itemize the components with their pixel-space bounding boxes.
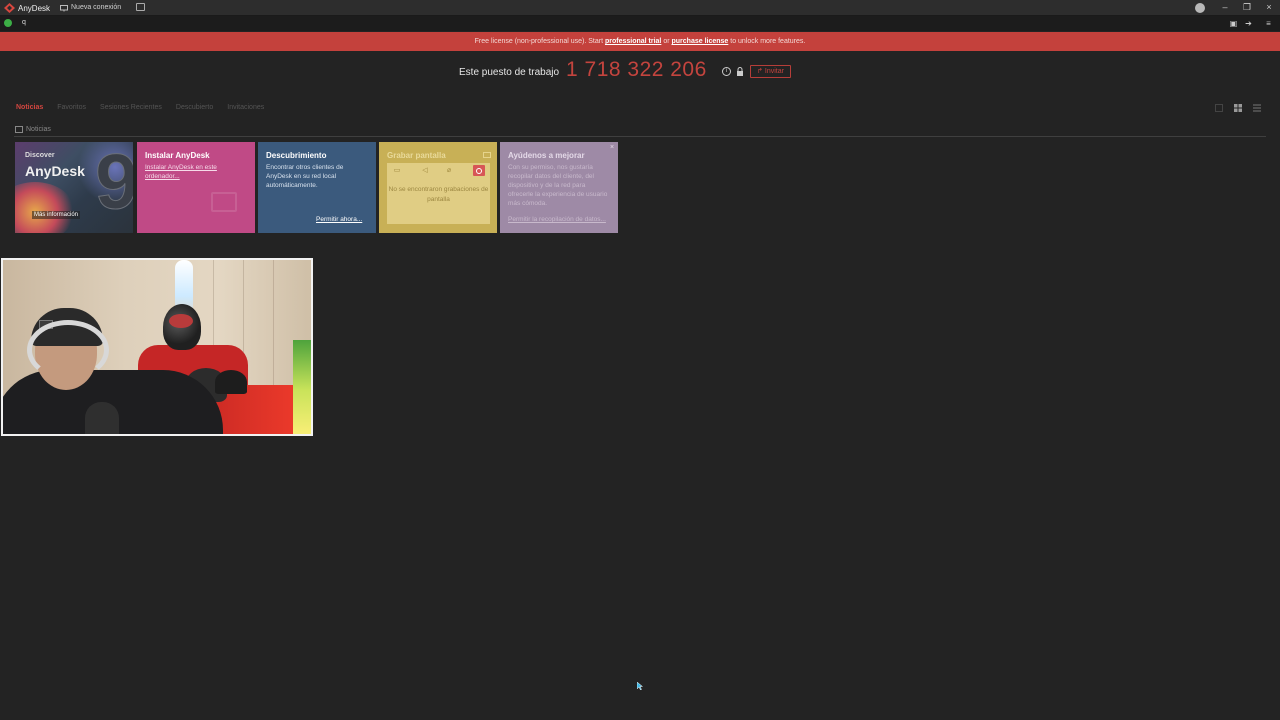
discover-small-label: Discover: [25, 152, 55, 159]
card-discover-anydesk[interactable]: 9 Discover AnyDesk Más información: [15, 142, 133, 233]
section-divider: [14, 136, 1266, 137]
address-bar: q ▣ ➔ ≡: [0, 16, 1280, 31]
section-label-text: Noticias: [26, 126, 51, 133]
tab-new-connection-label: Nueva conexión: [71, 4, 122, 11]
title-bar: AnyDesk Nueva conexión – ❐ ×: [0, 0, 1280, 16]
install-icon: [211, 192, 237, 212]
workplace-id[interactable]: 1 718 322 206: [566, 58, 707, 82]
grid-view-icon[interactable]: [1234, 104, 1242, 112]
hamburger-menu-icon[interactable]: ≡: [1264, 19, 1273, 28]
share-icon: ↱: [757, 68, 763, 75]
webcam-headset: [27, 320, 109, 380]
lock-icon[interactable]: [736, 67, 744, 76]
card-help-improve[interactable]: × Ayúdenos a mejorar Con su permiso, nos…: [500, 142, 618, 233]
more-info-button[interactable]: Más información: [32, 211, 81, 219]
speaker-icon[interactable]: ◁: [421, 167, 429, 174]
mouse-cursor-icon: [637, 682, 643, 690]
invite-button-label: Invitar: [764, 68, 784, 75]
tab-invitations[interactable]: Invitaciones: [227, 104, 264, 114]
banner-prefix: Free license (non-professional use). Sta…: [474, 38, 605, 45]
card-title: Descubrimiento: [266, 151, 327, 160]
card-title: Instalar AnyDesk: [145, 151, 210, 160]
allow-discovery-link[interactable]: Permitir ahora...: [316, 216, 362, 223]
new-tab-monitor-icon[interactable]: [136, 3, 145, 11]
workplace-label: Este puesto de trabajo: [459, 67, 560, 78]
tab-discovery[interactable]: Descubierto: [176, 104, 213, 114]
professional-trial-link[interactable]: professional trial: [605, 38, 661, 45]
card-title: Ayúdenos a mejorar: [508, 151, 585, 160]
minimize-button[interactable]: –: [1214, 0, 1236, 16]
address-input[interactable]: q: [22, 19, 26, 26]
workplace-section: Este puesto de trabajo 1 718 322 206 i ↱…: [0, 56, 1280, 88]
webcam-microphone: [85, 402, 119, 434]
connect-arrow-icon[interactable]: ➔: [1244, 19, 1253, 28]
monitor-icon: [60, 5, 68, 12]
connected-status-icon: [4, 19, 12, 27]
banner-suffix: to unlock more features.: [728, 38, 806, 45]
license-banner: Free license (non-professional use). Sta…: [0, 32, 1280, 51]
tab-favorites[interactable]: Favoritos: [57, 104, 86, 114]
allow-data-collection-link[interactable]: Permitir la recopilación de datos...: [508, 216, 606, 223]
tab-anydesk[interactable]: AnyDesk: [16, 0, 52, 16]
microphone-icon[interactable]: ⌀: [445, 167, 453, 174]
section-header: Noticias: [15, 126, 51, 133]
webcam-helmet: [163, 304, 201, 350]
card-decoration: [15, 182, 75, 233]
file-transfer-icon[interactable]: ▣: [1229, 19, 1238, 28]
card-screen-recording[interactable]: Grabar pantalla ▭ ◁ ⌀ No se encontraron …: [379, 142, 497, 233]
monitor-icon[interactable]: ▭: [393, 167, 401, 174]
tab-news[interactable]: Noticias: [16, 104, 43, 114]
webcam-overlay: [1, 258, 313, 436]
card-title: Grabar pantalla: [387, 151, 446, 160]
record-button[interactable]: [473, 165, 485, 176]
purchase-license-link[interactable]: purchase license: [672, 38, 729, 45]
anydesk-logo-icon: [4, 3, 15, 13]
restore-button[interactable]: ❐: [1236, 0, 1258, 16]
tile-view-icon[interactable]: [1215, 104, 1223, 112]
list-view-icon[interactable]: [1253, 104, 1261, 112]
card-discovery[interactable]: Descubrimiento Encontrar otros clientes …: [258, 142, 376, 233]
folder-icon[interactable]: [483, 152, 491, 158]
card-text: Con su permiso, nos gustaría recopilar d…: [508, 164, 608, 207]
webcam-cap: [215, 370, 247, 394]
banner-middle: or: [661, 38, 672, 45]
version-number: 9: [94, 142, 133, 226]
card-text: Encontrar otros clientes de AnyDesk en s…: [266, 164, 344, 189]
close-window-button[interactable]: ×: [1258, 0, 1280, 16]
info-icon[interactable]: i: [722, 67, 731, 76]
no-recordings-text: No se encontraron grabaciones de pantall…: [388, 186, 489, 203]
tab-recent-sessions[interactable]: Sesiones Recientes: [100, 104, 162, 114]
download-icon[interactable]: [1195, 3, 1205, 13]
install-link[interactable]: Instalar AnyDesk en este ordenador...: [145, 163, 235, 181]
tab-new-connection[interactable]: Nueva conexión: [58, 0, 123, 16]
nav-tabs: Noticias Favoritos Sesiones Recientes De…: [16, 104, 278, 114]
webcam-light-strip: [293, 340, 311, 434]
news-icon: [15, 126, 23, 133]
card-install-anydesk[interactable]: Instalar AnyDesk Instalar AnyDesk en est…: [137, 142, 255, 233]
close-icon[interactable]: ×: [610, 144, 614, 151]
invite-button[interactable]: ↱ Invitar: [750, 65, 791, 78]
discover-title: AnyDesk: [25, 163, 85, 179]
